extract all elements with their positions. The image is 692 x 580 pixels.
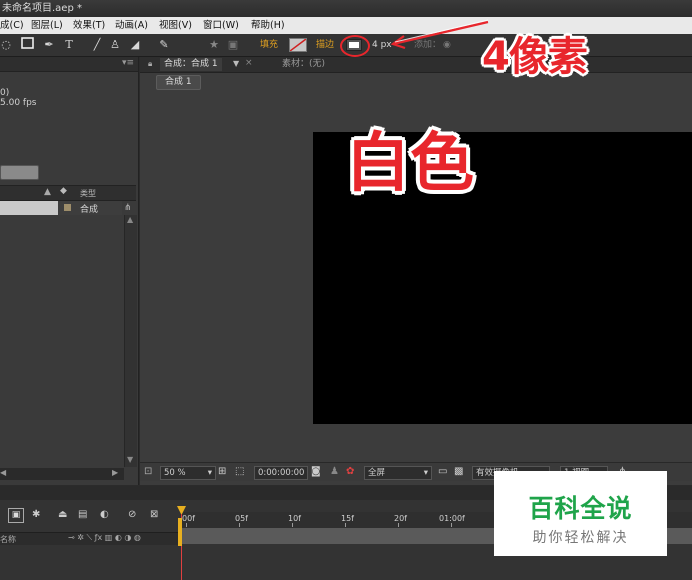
chevron-down-icon: ▾	[423, 468, 428, 478]
ruler-tick	[186, 523, 187, 527]
panel-menu-icon[interactable]: ▾≡	[122, 58, 134, 68]
flowchart-icon[interactable]: ⋔	[124, 203, 132, 213]
brainstorm-icon[interactable]: ⊠	[150, 509, 158, 520]
resolution-icon[interactable]: ⊞	[218, 466, 226, 477]
ruler-label: 05f	[235, 514, 248, 523]
comp-mini-flowchart-icon[interactable]: ▣	[8, 508, 24, 523]
transparency-grid-icon[interactable]: ▩	[454, 466, 463, 477]
scroll-up-icon[interactable]: ▲	[127, 215, 133, 224]
chevron-down-icon: ▾	[207, 468, 212, 478]
layer-columns-header: 名称 ⊸ ✲ ⟍ ƒx ▥ ◐ ◑ ◍	[0, 532, 180, 545]
ruler-label: 01:00f	[439, 514, 465, 523]
tab-footage[interactable]: 素材：(无)	[278, 58, 329, 71]
resolution-dropdown[interactable]: 全屏 ▾	[364, 466, 432, 480]
ruler-tick	[451, 523, 452, 527]
tab-dropdown-icon[interactable]: ▼	[233, 59, 239, 68]
project-item-name[interactable]	[0, 201, 58, 215]
ruler-label: 10f	[288, 514, 301, 523]
zoom-value: 50 %	[164, 468, 186, 478]
frame-blending-icon[interactable]: ▤	[78, 509, 87, 520]
draft-3d-icon[interactable]: ✱	[32, 509, 40, 520]
fast-preview-icon[interactable]: ▭	[438, 466, 447, 477]
ruler-label: 20f	[394, 514, 407, 523]
annotation-white: 白色	[346, 127, 474, 201]
ruler-label: 15f	[341, 514, 354, 523]
project-columns-header: ▲ ◆ 类型	[0, 185, 136, 201]
scroll-down-icon[interactable]: ▼	[127, 455, 133, 464]
arrow-to-stroke-width	[390, 20, 489, 50]
graph-editor-icon[interactable]: ⊘	[128, 509, 136, 520]
motion-blur-icon[interactable]: ◐	[100, 509, 109, 520]
sort-arrow-icon[interactable]: ▲	[44, 187, 51, 197]
scroll-left-icon[interactable]: ◀	[0, 468, 6, 477]
project-scrollbar[interactable]: ▲ ▼	[124, 215, 137, 467]
ruler-tick	[239, 523, 240, 527]
annotation-4px: 4像素	[482, 34, 588, 80]
tab-close-icon[interactable]: ×	[245, 58, 253, 68]
always-preview-icon[interactable]: ⊡	[144, 466, 152, 477]
resolution-value: 全屏	[368, 468, 386, 478]
project-item-row[interactable]: 合成	[58, 201, 122, 215]
shy-layers-icon[interactable]: ⏏	[58, 509, 67, 520]
timecode-field[interactable]: 0:00:00:00	[254, 466, 309, 480]
work-area-start[interactable]	[178, 518, 182, 546]
snapshot-icon[interactable]: ◙	[311, 466, 321, 477]
region-of-interest-icon[interactable]: ⬚	[235, 466, 244, 477]
label-tag-icon: ◆	[60, 186, 67, 196]
layer-name-column[interactable]: 名称	[0, 534, 16, 545]
comp-info-line2: 5.00 fps	[0, 98, 37, 108]
color-channels-icon[interactable]: ✿	[346, 466, 354, 477]
comp-button[interactable]: 合成 1	[156, 75, 201, 90]
label-color-swatch	[64, 204, 71, 211]
scroll-right-icon[interactable]: ▶	[112, 468, 118, 477]
watermark-box: 百科全说 助你轻松解决	[494, 471, 667, 556]
timeline-switches: ▣ ✱ ⏏ ▤ ◐ ⊘ ⊠	[0, 504, 180, 530]
watermark-title: 百科全说	[528, 494, 633, 523]
lock-icon[interactable]: 🔒︎	[148, 59, 152, 69]
tab-composition[interactable]: 合成：合成 1	[160, 58, 222, 71]
viewer-tabs: 🔒︎ 合成：合成 1 ▼ × 素材：(无)	[140, 57, 692, 73]
project-search-input[interactable]	[0, 165, 39, 180]
ruler-tick	[398, 523, 399, 527]
project-panel-header: ▾≡	[0, 57, 138, 72]
type-column-header[interactable]: 类型	[80, 188, 96, 199]
comp-info-line1: 0)	[0, 88, 10, 98]
ruler-tick	[345, 523, 346, 527]
zoom-dropdown[interactable]: 50 % ▾	[160, 466, 216, 480]
show-snapshot-icon[interactable]: ♟	[330, 466, 339, 477]
watermark-subtitle: 助你轻松解决	[532, 530, 629, 546]
switch-icons: ⊸ ✲ ⟍ ƒx ▥ ◐ ◑ ◍	[68, 533, 141, 542]
project-item-type: 合成	[80, 205, 99, 215]
project-panel: ▾≡ 0) 5.00 fps ▲ ◆ 类型 合成 ⋔ ▲ ▼ ◀ ▶	[0, 57, 139, 485]
ruler-tick	[292, 523, 293, 527]
project-hscrollbar[interactable]: ◀ ▶	[0, 468, 124, 480]
